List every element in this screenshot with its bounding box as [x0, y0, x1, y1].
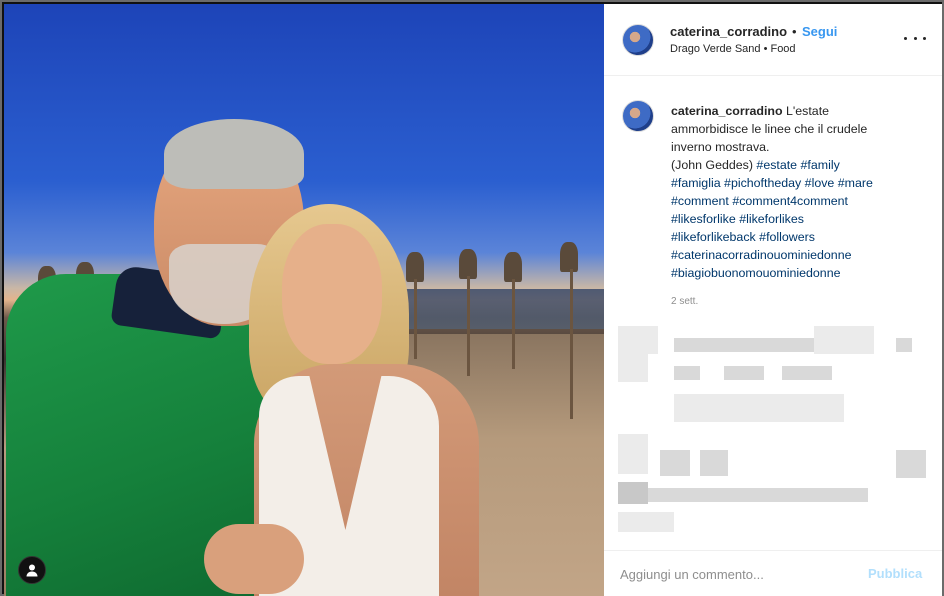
hashtag[interactable]: #love — [805, 176, 835, 190]
separator-dot: • — [792, 24, 797, 39]
blurred-block — [674, 366, 700, 380]
photo-umbrella-pole — [414, 279, 417, 359]
comment-bar: Pubblica — [604, 550, 942, 596]
blurred-block — [618, 512, 674, 532]
avatar[interactable] — [622, 24, 654, 56]
hashtag[interactable]: #pichoftheday — [724, 176, 801, 190]
photo-umbrella-pole — [570, 269, 573, 419]
photo-woman-face — [282, 224, 382, 364]
caption-username[interactable]: caterina_corradino — [671, 104, 783, 118]
photo-umbrella — [560, 242, 578, 272]
photo-man-hair — [164, 119, 304, 189]
photo-umbrella-pole — [512, 279, 515, 369]
photo-umbrella-pole — [467, 276, 470, 376]
caption-avatar[interactable] — [622, 100, 654, 132]
caption-line: inverno mostrava. — [671, 140, 770, 154]
comment-input[interactable] — [620, 563, 860, 585]
more-options-icon[interactable] — [904, 29, 926, 47]
post-location[interactable]: Drago Verde Sand • Food — [670, 43, 796, 55]
post-username[interactable]: caterina_corradino — [670, 24, 787, 39]
blurred-block — [618, 482, 648, 504]
blurred-block — [648, 488, 868, 502]
blurred-block — [782, 366, 832, 380]
blurred-block — [618, 354, 648, 382]
hashtag[interactable]: #estate — [756, 158, 797, 172]
caption-text: caterina_corradino L'estate ammorbidisce… — [671, 102, 931, 282]
follow-button[interactable]: Segui — [802, 24, 837, 39]
blurred-block — [618, 326, 658, 354]
blurred-block — [660, 450, 690, 476]
blurred-block — [674, 394, 844, 422]
hashtag[interactable]: #caterinacorradinouominiedonne — [671, 248, 851, 262]
blurred-block — [814, 326, 874, 354]
caption-author: (John Geddes) — [671, 158, 753, 172]
post-side-panel: caterina_corradino • Segui Drago Verde S… — [604, 4, 942, 596]
blurred-block — [618, 434, 648, 474]
post-header: caterina_corradino • Segui Drago Verde S… — [604, 4, 942, 76]
tagged-users-button[interactable] — [18, 556, 46, 584]
hashtag[interactable]: #likesforlike — [671, 212, 736, 226]
dot — [904, 36, 907, 40]
blurred-block — [674, 338, 814, 352]
blurred-block — [724, 366, 764, 380]
dot — [923, 36, 926, 40]
photo-hand — [204, 524, 304, 594]
hashtag[interactable]: #likeforlikeback — [671, 230, 756, 244]
post-photo[interactable] — [4, 4, 604, 596]
caption-line: ammorbidisce le linee che il crudele — [671, 122, 868, 136]
hashtag[interactable]: #followers — [759, 230, 815, 244]
hashtag[interactable]: #likeforlikes — [739, 212, 804, 226]
photo-umbrella — [504, 252, 522, 282]
blurred-block — [700, 450, 728, 476]
hashtag[interactable]: #mare — [838, 176, 873, 190]
hashtag[interactable]: #biagiobuonomouominiedonne — [671, 266, 840, 280]
hashtag[interactable]: #comment4comment — [732, 194, 848, 208]
dot — [913, 36, 917, 40]
photo-umbrella — [406, 252, 424, 282]
blurred-block — [896, 338, 912, 352]
hashtag[interactable]: #comment — [671, 194, 729, 208]
hashtag[interactable]: #famiglia — [671, 176, 721, 190]
publish-button[interactable]: Pubblica — [868, 566, 922, 581]
blurred-block — [896, 450, 926, 478]
user-icon — [26, 564, 38, 577]
post-timestamp[interactable]: 2 sett. — [671, 296, 698, 307]
caption-line: L'estate — [786, 104, 830, 118]
hashtag[interactable]: #family — [801, 158, 840, 172]
photo-umbrella — [459, 249, 477, 279]
window-frame: caterina_corradino • Segui Drago Verde S… — [0, 0, 944, 596]
